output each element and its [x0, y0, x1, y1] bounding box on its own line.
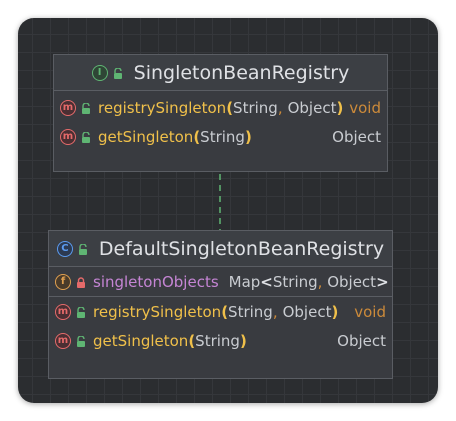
param-separator: ,: [272, 302, 278, 321]
class-node[interactable]: C DefaultSingletonBeanRegistry f singlet…: [48, 230, 393, 379]
method-row-registrySingleton[interactable]: m registrySingleton ( String , Object ) …: [49, 297, 392, 326]
method-name: getSingleton: [98, 127, 194, 146]
method-row-getSingleton[interactable]: m getSingleton ( String ) Object: [49, 326, 392, 355]
type-bracket-open: <: [260, 272, 273, 291]
method-name: getSingleton: [93, 331, 189, 350]
interface-node[interactable]: I SingletonBeanRegistry m registrySingle…: [53, 54, 388, 172]
type-arg-separator: ,: [317, 272, 323, 291]
return-type: void: [349, 98, 381, 117]
param-type: Object: [287, 98, 337, 117]
return-type: Object: [332, 127, 381, 146]
method-badge-icon: m: [60, 128, 76, 145]
paren-open: (: [226, 98, 234, 117]
field-type-arg: String: [272, 272, 318, 291]
paren-close: ): [331, 302, 339, 321]
method-badge-icon: m: [55, 303, 71, 320]
return-type: void: [354, 302, 386, 321]
param-type: String: [195, 331, 240, 350]
class-methods: m registrySingleton ( String , Object ) …: [49, 297, 392, 355]
param-type: Object: [282, 302, 332, 321]
method-badge-icon: m: [55, 332, 71, 349]
param-separator: ,: [277, 98, 283, 117]
interface-title: SingletonBeanRegistry: [133, 61, 350, 84]
field-type-prefix: Map: [228, 272, 261, 291]
paren-close: ): [336, 98, 344, 117]
method-name: registrySingleton: [93, 302, 222, 321]
type-bracket-close: >: [376, 272, 389, 291]
method-row-getSingleton[interactable]: m getSingleton ( String ) Object: [54, 122, 387, 151]
field-badge-icon: f: [55, 273, 71, 290]
paren-open: (: [188, 331, 196, 350]
locked-icon: [75, 275, 87, 289]
paren-open: (: [221, 302, 229, 321]
unlocked-icon: [77, 242, 89, 256]
interface-methods: m registrySingleton ( String , Object ) …: [54, 91, 387, 151]
param-type: String: [228, 302, 273, 321]
interface-badge-icon: I: [91, 64, 108, 81]
unlocked-icon: [75, 305, 87, 319]
paren-close: ): [239, 331, 247, 350]
interface-header[interactable]: I SingletonBeanRegistry: [54, 55, 387, 91]
unlocked-icon: [80, 101, 92, 115]
paren-open: (: [193, 127, 201, 146]
return-type: Object: [337, 331, 386, 350]
unlocked-icon: [80, 130, 92, 144]
unlocked-icon: [75, 334, 87, 348]
field-row-singletonObjects[interactable]: f singletonObjects Map<String, Object>: [49, 267, 392, 296]
param-type: String: [233, 98, 278, 117]
field-type: Map<String, Object>: [229, 273, 389, 291]
paren-close: ): [244, 127, 252, 146]
field-name: singletonObjects: [93, 272, 219, 291]
class-header[interactable]: C DefaultSingletonBeanRegistry: [49, 231, 392, 267]
param-type: String: [200, 127, 245, 146]
diagram-canvas: I SingletonBeanRegistry m registrySingle…: [18, 18, 438, 403]
method-badge-icon: m: [60, 99, 76, 116]
field-type-arg: Object: [327, 272, 377, 291]
method-name: registrySingleton: [98, 98, 227, 117]
method-row-registrySingleton[interactable]: m registrySingleton ( String , Object ) …: [54, 93, 387, 122]
class-fields: f singletonObjects Map<String, Object>: [49, 267, 392, 297]
unlocked-icon: [112, 66, 124, 80]
class-badge-icon: C: [56, 240, 73, 257]
class-title: DefaultSingletonBeanRegistry: [98, 237, 385, 260]
